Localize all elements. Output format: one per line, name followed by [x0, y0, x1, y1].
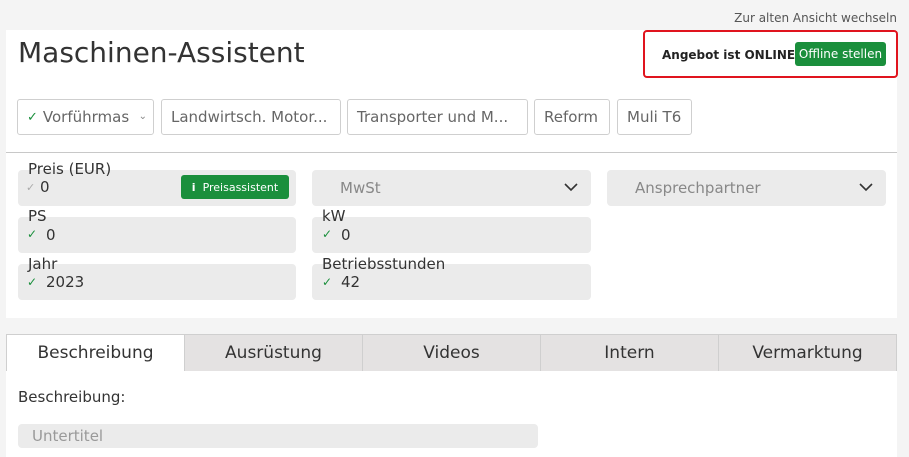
category-label: Landwirtsch. Motor...: [171, 108, 328, 126]
price-assistant-label: Preisassistent: [202, 180, 279, 194]
category-select-2[interactable]: Landwirtsch. Motor...: [161, 99, 341, 135]
check-icon: ✓: [322, 275, 333, 289]
tab-vermarktung[interactable]: Vermarktung: [718, 334, 897, 372]
chevron-down-icon: ⌄: [138, 111, 147, 122]
check-icon: ✓: [27, 109, 38, 125]
vat-placeholder: MwSt: [340, 179, 381, 197]
category-label: Muli T6: [627, 108, 682, 126]
tab-videos[interactable]: Videos: [362, 334, 540, 372]
contact-person-placeholder: Ansprechpartner: [635, 179, 761, 197]
contact-person-select[interactable]: Ansprechpartner: [607, 170, 886, 206]
category-label: Reform: [544, 108, 598, 126]
page-title: Maschinen-Assistent: [18, 36, 305, 69]
tab-ausruestung[interactable]: Ausrüstung: [184, 334, 362, 372]
operating-hours-value: 42: [341, 273, 361, 291]
year-label: Jahr: [28, 255, 58, 273]
chevron-down-icon: [564, 183, 578, 192]
chevron-down-icon: [859, 183, 873, 192]
info-icon: i: [191, 180, 196, 194]
description-label: Beschreibung:: [18, 388, 126, 406]
price-assistant-button[interactable]: i Preisassistent: [181, 175, 289, 199]
kw-value: 0: [341, 226, 351, 244]
category-label: Vorführmas: [42, 108, 130, 126]
price-label: Preis (EUR): [28, 160, 112, 178]
price-value: 0: [40, 178, 50, 196]
check-icon: ✓: [27, 227, 38, 241]
status-text: Angebot ist ONLINE: [662, 48, 796, 62]
old-view-link[interactable]: Zur alten Ansicht wechseln: [734, 11, 897, 25]
divider: [6, 152, 897, 153]
check-icon: ✓: [27, 275, 38, 289]
ps-value: 0: [46, 226, 56, 244]
check-icon: ✓: [322, 227, 333, 241]
kw-label: kW: [322, 207, 346, 225]
operating-hours-label: Betriebsstunden: [322, 255, 446, 273]
category-select-3[interactable]: Transporter und M...: [347, 99, 528, 135]
kw-field[interactable]: [312, 217, 591, 253]
category-select-4[interactable]: Reform: [534, 99, 610, 135]
offline-button[interactable]: Offline stellen: [795, 42, 886, 66]
ps-field[interactable]: [18, 217, 296, 253]
year-value: 2023: [46, 273, 85, 291]
category-label: Transporter und M...: [357, 108, 509, 126]
check-icon: ✓: [26, 181, 36, 194]
tab-intern[interactable]: Intern: [540, 334, 718, 372]
tab-beschreibung[interactable]: Beschreibung: [6, 334, 184, 372]
vat-select[interactable]: MwSt: [312, 170, 591, 206]
category-select-1[interactable]: ✓ Vorführmas ⌄: [17, 99, 154, 135]
category-select-5[interactable]: Muli T6: [617, 99, 692, 135]
tab-bar: Beschreibung Ausrüstung Videos Intern Ve…: [6, 334, 897, 372]
ps-label: PS: [28, 207, 47, 225]
subtitle-input[interactable]: Untertitel: [18, 424, 538, 448]
